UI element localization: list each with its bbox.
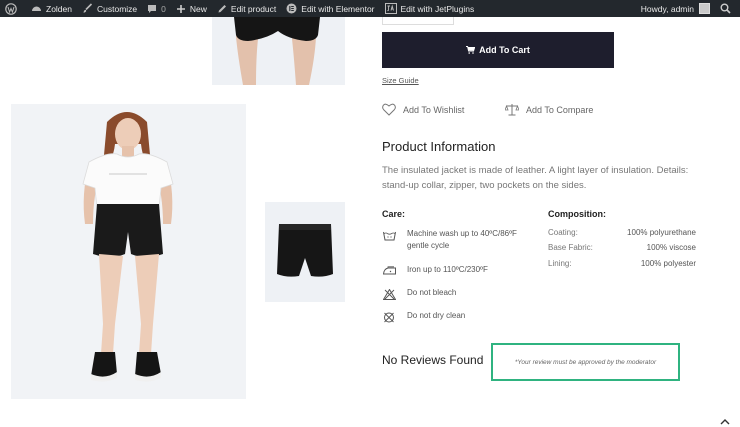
- new-label: New: [189, 3, 207, 14]
- elementor-icon: [286, 3, 297, 14]
- moderation-notice: *Your review must be approved by the mod…: [491, 343, 680, 381]
- size-guide-link[interactable]: Size Guide: [382, 76, 419, 85]
- moderation-text: *Your review must be approved by the mod…: [514, 358, 657, 366]
- product-description: The insulated jacket is made of leather.…: [382, 165, 689, 191]
- shorts-image: [265, 202, 345, 302]
- edit-elementor-label: Edit with Elementor: [301, 3, 375, 14]
- composition-row: Lining: 100% polyester: [548, 259, 696, 268]
- edit-elementor-link[interactable]: Edit with Elementor: [281, 0, 379, 17]
- composition-row: Coating: 100% polyurethane: [548, 228, 696, 237]
- composition-label: Base Fabric:: [548, 243, 593, 252]
- model-photo-image: [11, 104, 246, 399]
- my-account-menu[interactable]: Howdy, admin: [636, 0, 715, 17]
- site-name-link[interactable]: Zolden: [26, 0, 77, 17]
- composition-row: Base Fabric: 100% viscose: [548, 243, 696, 252]
- wp-admin-bar: Zolden Customize 0 New Edit product Edit…: [0, 0, 740, 17]
- care-item: Machine wash up to 40ºC/86ºF gentle cycl…: [382, 228, 537, 252]
- scales-icon: [505, 104, 519, 116]
- composition-label: Lining:: [548, 259, 572, 268]
- add-to-compare-button[interactable]: Add To Compare: [505, 103, 593, 116]
- care-item: Do not bleach: [382, 287, 537, 300]
- chevron-up-icon: [720, 419, 730, 425]
- product-thumbnail[interactable]: [265, 202, 345, 302]
- add-to-cart-label: Add To Cart: [479, 45, 530, 55]
- comments-count: 0: [161, 3, 166, 14]
- customize-link[interactable]: Customize: [77, 0, 142, 17]
- search-icon: [720, 3, 731, 14]
- howdy-label: Howdy, admin: [640, 3, 694, 14]
- admin-search-button[interactable]: [715, 0, 740, 17]
- edit-product-link[interactable]: Edit product: [212, 0, 281, 17]
- compare-label: Add To Compare: [526, 104, 594, 115]
- dashboard-icon: [32, 6, 41, 11]
- edit-product-label: Edit product: [230, 3, 277, 14]
- edit-jetplugins-link[interactable]: Edit with JetPlugins: [380, 0, 480, 17]
- comments-link[interactable]: 0: [142, 0, 171, 17]
- jetplugins-icon: [384, 3, 397, 14]
- pencil-icon: [218, 4, 226, 12]
- product-image-back[interactable]: [212, 17, 345, 85]
- wordpress-icon: [5, 2, 17, 15]
- scroll-to-top-button[interactable]: [719, 414, 731, 425]
- care-text: Iron up to 110ºC/230ºF: [407, 265, 488, 274]
- care-item: Iron up to 110ºC/230ºF: [382, 264, 537, 276]
- wash-icon: [382, 228, 396, 241]
- wishlist-label: Add To Wishlist: [403, 104, 465, 115]
- edit-jetplugins-label: Edit with JetPlugins: [400, 3, 475, 14]
- product-image-main[interactable]: [11, 104, 246, 399]
- no-bleach-icon: [382, 287, 396, 300]
- cart-icon: [466, 46, 476, 54]
- care-heading: Care:: [382, 209, 406, 219]
- composition-heading: Composition:: [548, 209, 606, 219]
- composition-value: 100% polyurethane: [627, 228, 696, 237]
- no-reviews-heading: No Reviews Found: [382, 353, 484, 367]
- new-content-link[interactable]: New: [171, 0, 212, 17]
- plus-icon: [176, 4, 185, 13]
- care-text: Machine wash up to 40ºC/86ºF gentle cycl…: [407, 229, 517, 250]
- product-information-heading: Product Information: [382, 139, 496, 154]
- comment-icon: [148, 4, 157, 13]
- add-to-cart-button[interactable]: Add To Cart: [382, 32, 614, 68]
- customize-label: Customize: [97, 3, 138, 14]
- composition-value: 100% viscose: [646, 243, 696, 252]
- no-dry-clean-icon: [382, 310, 396, 323]
- care-text: Do not bleach: [407, 288, 457, 297]
- site-name: Zolden: [46, 3, 72, 14]
- iron-icon: [382, 264, 396, 275]
- wordpress-logo-menu[interactable]: [0, 0, 26, 17]
- brush-icon: [83, 3, 93, 13]
- care-item: Do not dry clean: [382, 310, 537, 323]
- care-text: Do not dry clean: [407, 311, 466, 320]
- add-to-wishlist-button[interactable]: Add To Wishlist: [382, 103, 464, 116]
- heart-icon: [382, 103, 396, 116]
- composition-value: 100% polyester: [640, 259, 696, 268]
- model-legs-back-image: [212, 17, 345, 85]
- avatar: [699, 3, 710, 14]
- quantity-input[interactable]: [382, 17, 454, 25]
- composition-label: Coating:: [548, 228, 578, 237]
